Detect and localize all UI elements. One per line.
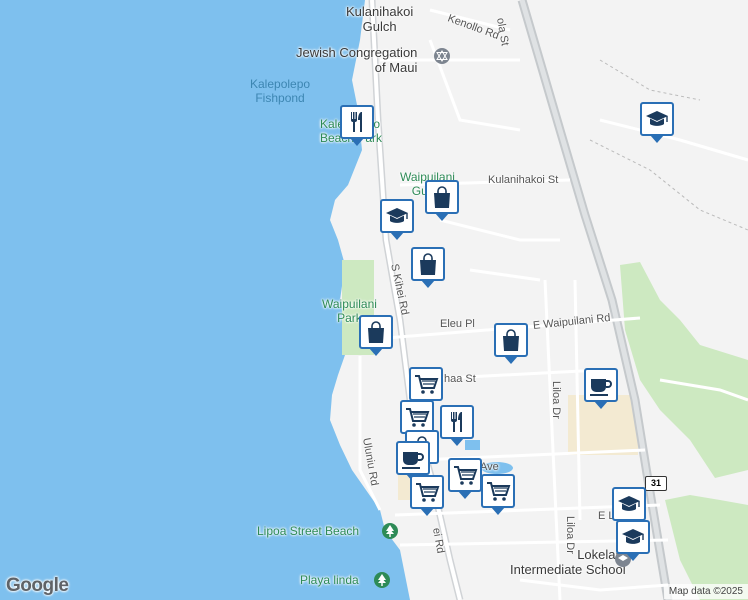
synagogue-icon[interactable]: [434, 48, 450, 64]
grocery-icon: [485, 478, 511, 504]
map-pin-grocery[interactable]: [481, 474, 515, 515]
google-logo: Google: [6, 575, 69, 596]
park-tree-icon[interactable]: [382, 523, 398, 539]
map-pin-shopping[interactable]: [494, 323, 528, 364]
grocery-icon: [452, 462, 478, 488]
grocery-icon: [404, 404, 430, 430]
school-icon: [620, 524, 646, 550]
map-pin-grocery[interactable]: [409, 367, 443, 408]
grocery-icon: [413, 371, 439, 397]
map-pin-grocery[interactable]: [448, 458, 482, 499]
map-pin-shopping[interactable]: [425, 180, 459, 221]
street-kulanihakoi-st: Kulanihakoi St: [488, 174, 559, 186]
school-icon: [644, 106, 670, 132]
shopping-icon: [363, 319, 389, 345]
school-icon: [384, 203, 410, 229]
label-lipoa-street-beach: Lipoa Street Beach: [257, 524, 360, 538]
label-playa-linda: Playa linda: [300, 573, 359, 587]
street-haa-st: haa St: [444, 373, 476, 385]
map-pin-restaurant[interactable]: [340, 105, 374, 146]
cafe-icon: [588, 372, 614, 398]
street-liloa-dr: Liloa Dr: [550, 381, 562, 419]
restaurant-icon: [444, 409, 470, 435]
map-attribution[interactable]: Map data ©2025: [663, 584, 748, 599]
restaurant-icon: [344, 109, 370, 135]
shopping-icon: [415, 251, 441, 277]
label-kulanihakoi-gulch: Kulanihakoi Gulch: [346, 4, 414, 34]
map-pin-shopping[interactable]: [359, 315, 393, 356]
map-pin-cafe[interactable]: [584, 368, 618, 409]
grocery-icon: [414, 479, 440, 505]
pool: [465, 440, 480, 450]
map-pin-school[interactable]: [380, 199, 414, 240]
map-pin-school[interactable]: [640, 102, 674, 143]
cafe-icon: [400, 445, 426, 471]
route-31-shield: 31: [645, 476, 667, 491]
map-pin-restaurant[interactable]: [440, 405, 474, 446]
park-tree-icon-2[interactable]: [374, 572, 390, 588]
map-pin-grocery[interactable]: [400, 400, 434, 441]
label-kalepolepo-fishpond: Kalepolepo Fishpond: [250, 77, 311, 105]
map-pin-school[interactable]: [616, 520, 650, 561]
map-pin-shopping[interactable]: [411, 247, 445, 288]
map-pin-cafe[interactable]: [396, 441, 430, 482]
label-jewish-congregation: Jewish Congregation of Maui: [296, 45, 418, 75]
map-pin-school[interactable]: [612, 487, 646, 528]
shopping-icon: [429, 184, 455, 210]
street-ave: Ave: [480, 461, 499, 473]
street-eleu-pl: Eleu Pl: [440, 318, 475, 330]
shopping-icon: [498, 327, 524, 353]
school-icon: [616, 491, 642, 517]
map-pin-grocery[interactable]: [410, 475, 444, 516]
street-liloa-dr-2: Liloa Dr: [564, 516, 576, 554]
